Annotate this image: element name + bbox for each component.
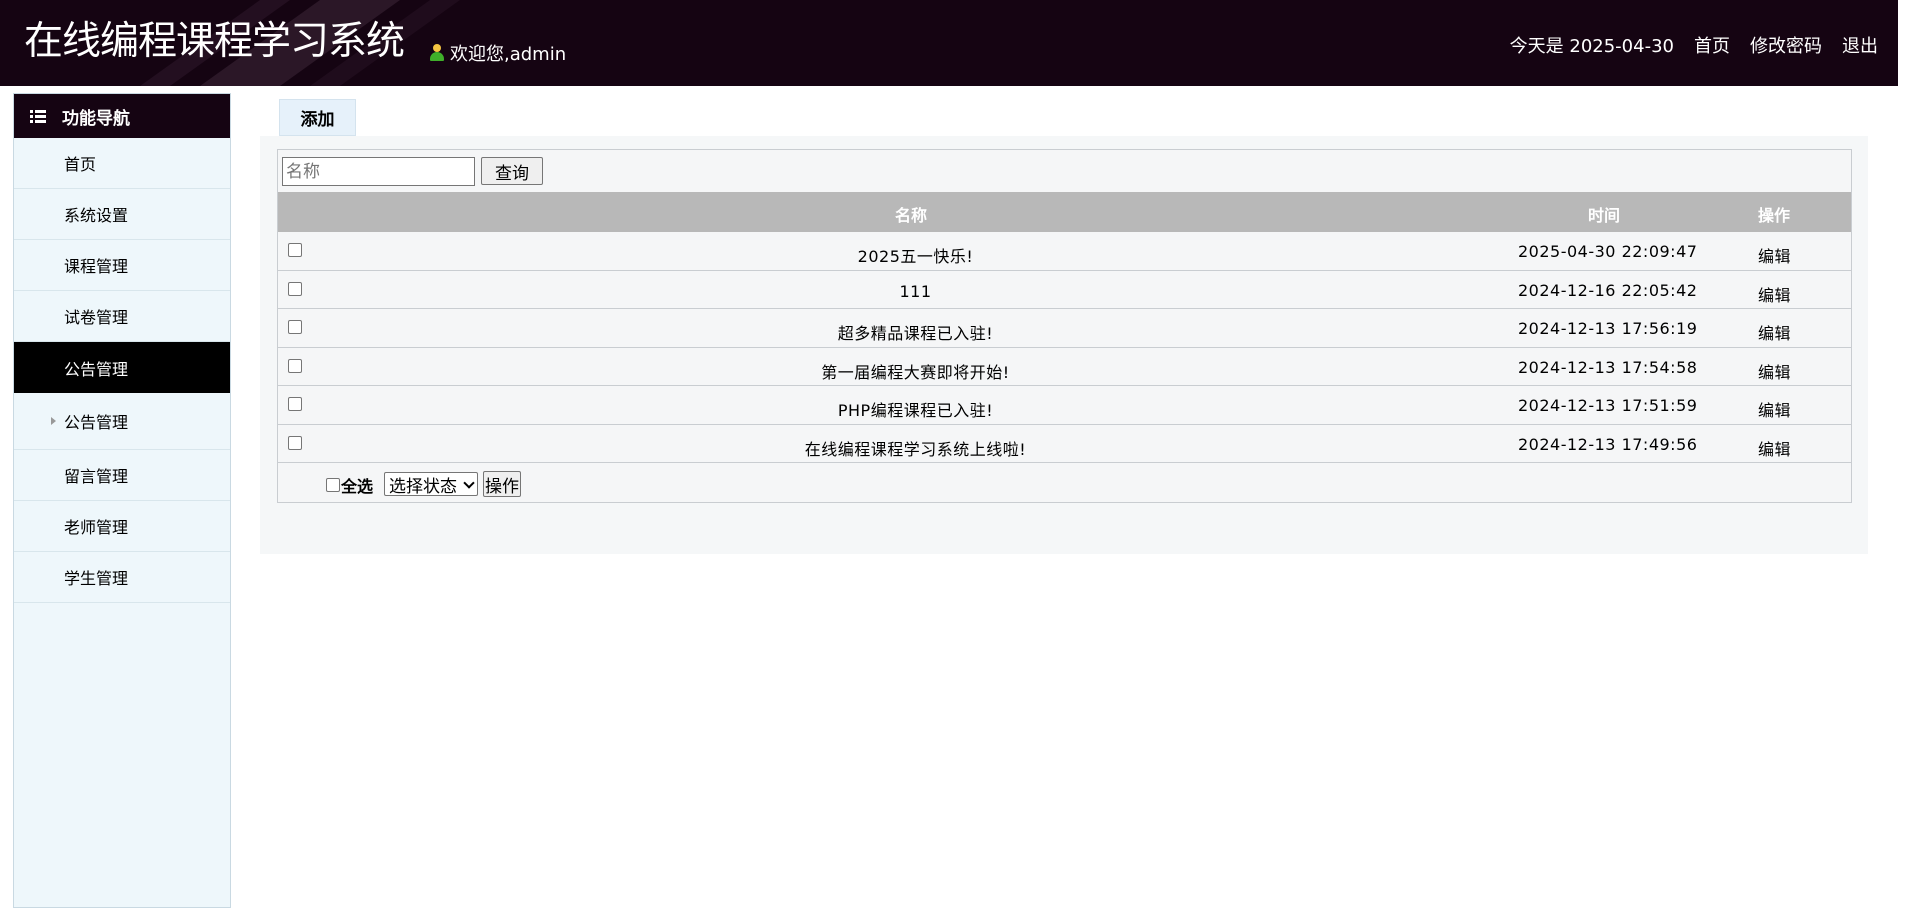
sidebar-item-label: 系统设置 [64,206,129,225]
sidebar-item-label: 课程管理 [64,257,129,276]
select-all-checkbox[interactable] [326,478,340,492]
sidebar-heading: 功能导航 [14,94,230,138]
bulk-actions: 全选 选择状态 操作 [278,463,1851,503]
sidebar-item-course-management[interactable]: 课程管理 [14,240,230,291]
edit-link[interactable]: 编辑 [1758,359,1791,383]
sidebar-item-label: 公告管理 [64,413,129,432]
sidebar: 功能导航 首页 系统设置 课程管理 试卷管理 公告管理 公告管理 留言管理 老师… [13,93,231,908]
table-row: 在线编程课程学习系统上线啦! 2024-12-13 17:49:56 编辑 [278,425,1851,463]
row-time: 2025-04-30 22:09:47 [1518,242,1698,261]
tab-add[interactable]: 添加 [279,99,356,136]
table-row: 第一届编程大赛即将开始! 2024-12-13 17:54:58 编辑 [278,348,1851,386]
sidebar-subitem-announcement-management[interactable]: 公告管理 [14,393,230,450]
sidebar-item-exam-management[interactable]: 试卷管理 [14,291,230,342]
edit-link[interactable]: 编辑 [1758,282,1791,306]
search-button[interactable]: 查询 [481,157,543,185]
row-time: 2024-12-13 17:49:56 [1518,434,1698,454]
table-row: 超多精品课程已入驻! 2024-12-13 17:56:19 编辑 [278,309,1851,348]
select-all[interactable]: 全选 [326,473,373,497]
edit-link[interactable]: 编辑 [1758,397,1791,421]
logout-link[interactable]: 退出 [1842,32,1878,58]
table-row: 111 2024-12-16 22:05:42 编辑 [278,271,1851,309]
table-header: 名称 时间 操作 [278,192,1851,232]
app-title: 在线编程课程学习系统 [24,19,405,64]
change-password-link[interactable]: 修改密码 [1750,32,1822,58]
row-time: 2024-12-13 17:51:59 [1518,396,1698,415]
edit-link[interactable]: 编辑 [1758,320,1791,344]
row-name: 在线编程课程学习系统上线啦! [804,439,1027,459]
column-header-operation: 操作 [1758,206,1791,225]
content-panel: 查询 名称 时间 操作 2025五一快乐! 2025-04-30 22:09:4… [260,136,1868,554]
current-date: 今天是 2025-04-30 [1509,36,1674,57]
column-header-time: 时间 [1588,206,1621,225]
sidebar-item-label: 老师管理 [64,518,129,537]
table-row: 2025五一快乐! 2025-04-30 22:09:47 编辑 [278,232,1851,271]
sidebar-item-home[interactable]: 首页 [14,138,230,189]
column-header-name: 名称 [895,206,928,225]
row-name: 第一届编程大赛即将开始! [821,362,1010,382]
row-time: 2024-12-13 17:54:58 [1518,357,1698,377]
chevron-down-icon [463,477,475,489]
home-link[interactable]: 首页 [1694,32,1730,58]
top-header: 在线编程课程学习系统 欢迎您,admin 今天是 2025-04-30 首页 修… [0,0,1898,86]
page-edge [1898,0,1920,914]
sidebar-item-label: 学生管理 [64,569,129,588]
header-links: 今天是 2025-04-30 首页 修改密码 退出 [1510,32,1878,58]
welcome-text: 欢迎您,admin [450,44,567,65]
welcome-message: 欢迎您,admin [430,40,566,66]
row-time: 2024-12-13 17:56:19 [1518,319,1698,338]
status-select-value: 选择状态 [389,476,457,497]
sidebar-heading-label: 功能导航 [62,108,130,129]
table-row: PHP编程课程已入驻! 2024-12-13 17:51:59 编辑 [278,386,1851,425]
sidebar-item-system-settings[interactable]: 系统设置 [14,189,230,240]
operate-button[interactable]: 操作 [483,471,521,497]
sidebar-item-student-management[interactable]: 学生管理 [14,552,230,603]
sidebar-item-label: 公告管理 [64,359,129,379]
sidebar-item-teacher-management[interactable]: 老师管理 [14,501,230,552]
sidebar-item-message-management[interactable]: 留言管理 [14,450,230,501]
list-icon [30,109,46,123]
row-time: 2024-12-16 22:05:42 [1518,280,1698,300]
sidebar-item-label: 留言管理 [64,467,129,486]
status-select[interactable]: 选择状态 [384,472,478,497]
announcement-table-container: 查询 名称 时间 操作 2025五一快乐! 2025-04-30 22:09:4… [277,149,1852,503]
row-name: 111 [899,281,932,301]
sidebar-item-label: 试卷管理 [64,308,129,327]
select-all-label: 全选 [341,477,374,496]
sidebar-item-label: 首页 [64,155,97,174]
search-bar: 查询 [278,150,1851,192]
edit-link[interactable]: 编辑 [1758,436,1791,460]
caret-right-icon [51,417,56,425]
row-name: 2025五一快乐! [857,247,974,266]
user-icon [430,44,444,62]
row-name: 超多精品课程已入驻! [837,324,994,343]
sidebar-item-announcement-management[interactable]: 公告管理 [14,342,230,393]
row-name: PHP编程课程已入驻! [837,401,994,420]
search-input[interactable] [282,157,475,186]
edit-link[interactable]: 编辑 [1758,243,1791,267]
